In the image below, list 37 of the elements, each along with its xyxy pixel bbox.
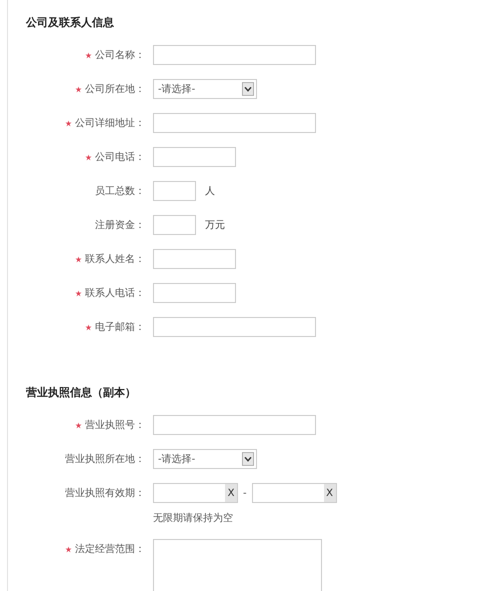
text-area[interactable]	[153, 539, 322, 591]
field-label: 营业执照所在地：	[65, 452, 145, 466]
field-label: 营业执照号：	[85, 418, 145, 432]
field-label: 公司名称：	[95, 49, 145, 62]
date-field[interactable]: X	[252, 483, 337, 503]
text-field[interactable]	[153, 45, 316, 65]
field-label: 公司详细地址：	[75, 116, 145, 130]
range-separator: -	[243, 488, 247, 498]
field-label: 联系人姓名：	[85, 252, 145, 266]
dropdown[interactable]: -请选择-	[153, 449, 257, 469]
field-label: 公司所在地：	[85, 82, 145, 96]
section-title: 公司及联系人信息	[26, 15, 115, 31]
chevron-down-icon	[242, 452, 254, 466]
dropdown[interactable]: -请选择-	[153, 79, 257, 99]
text-field[interactable]	[153, 415, 316, 435]
text-field[interactable]	[153, 113, 316, 133]
chevron-down-icon	[242, 82, 254, 96]
unit-label: 万元	[205, 219, 225, 232]
text-field[interactable]	[153, 249, 236, 269]
text-field[interactable]	[153, 147, 236, 167]
text-field[interactable]	[153, 215, 196, 235]
field-label: 联系人电话：	[85, 286, 145, 300]
clear-button[interactable]: X	[324, 484, 336, 502]
field-label: 法定经营范围：	[75, 542, 145, 556]
unit-label: 人	[205, 185, 215, 198]
text-field[interactable]	[153, 181, 196, 201]
clear-button[interactable]: X	[225, 484, 237, 502]
field-label: 员工总数：	[95, 184, 145, 198]
text-field[interactable]	[153, 317, 316, 337]
field-label: 营业执照有效期：	[65, 486, 145, 500]
text-field[interactable]	[153, 283, 236, 303]
field-label: 电子邮箱：	[95, 320, 145, 334]
field-label: 注册资金：	[95, 218, 145, 232]
hint-text: 无限期请保持为空	[153, 512, 233, 525]
date-field[interactable]: X	[153, 483, 238, 503]
field-label: 公司电话：	[95, 150, 145, 164]
section-title: 营业执照信息（副本）	[26, 385, 137, 401]
